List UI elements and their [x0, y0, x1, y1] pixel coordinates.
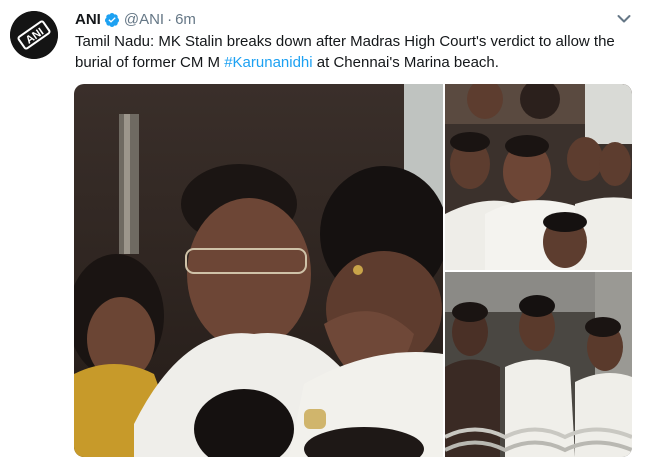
separator-dot: ·	[167, 11, 173, 28]
gathering-photo-image	[445, 272, 632, 457]
seated-men-photo-image	[445, 84, 632, 270]
author-name[interactable]: ANI	[75, 10, 101, 30]
author-handle[interactable]: @ANI	[124, 10, 164, 30]
media-photo-2[interactable]	[445, 84, 632, 270]
tweet-timestamp[interactable]: 6m	[175, 10, 196, 30]
chevron-down-icon[interactable]	[617, 14, 631, 24]
crowd-photo-image	[74, 84, 443, 457]
media-photo-1[interactable]	[74, 84, 443, 457]
verified-badge-icon	[104, 13, 119, 27]
tweet-text: Tamil Nadu: MK Stalin breaks down after …	[75, 31, 635, 73]
ani-logo: ANI	[10, 11, 58, 59]
ani-avatar[interactable]: ANI	[10, 11, 58, 59]
media-photo-3[interactable]	[445, 272, 632, 457]
tweet-text-suffix: at Chennai's Marina beach.	[312, 54, 499, 71]
hashtag-link[interactable]: #Karunanidhi	[224, 54, 312, 71]
media-grid	[74, 84, 632, 457]
tweet-header: ANI @ANI · 6m	[75, 10, 196, 30]
